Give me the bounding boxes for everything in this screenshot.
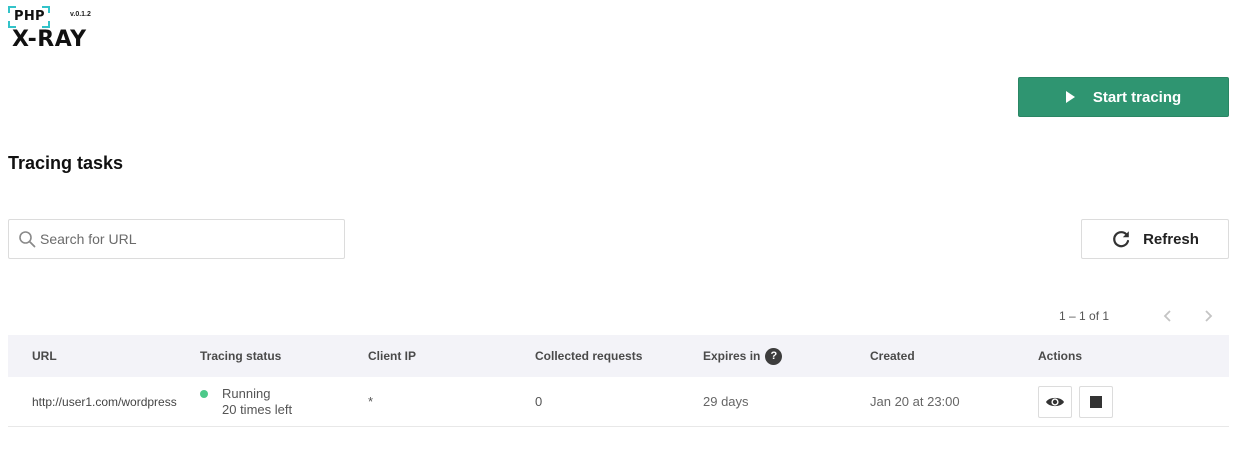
column-header-expires: Expires in ? <box>703 347 870 365</box>
chevron-left-icon <box>1163 310 1171 322</box>
row-status-label: Running <box>222 385 271 401</box>
logo-php-text: PHP <box>14 9 45 24</box>
start-tracing-label: Start tracing <box>1092 88 1182 106</box>
app-logo: PHP v.0.1.2 X-RAY <box>8 6 108 54</box>
row-created: Jan 20 at 23:00 <box>870 394 960 409</box>
refresh-button[interactable]: Refresh <box>1081 219 1229 259</box>
stop-icon <box>1089 395 1102 408</box>
tracing-tasks-table: URL Tracing status Client IP Collected r… <box>8 335 1229 427</box>
refresh-icon <box>1113 231 1130 248</box>
page-title: Tracing tasks <box>8 153 124 173</box>
start-tracing-button[interactable]: Start tracing <box>1018 77 1229 117</box>
play-icon <box>1065 91 1075 103</box>
search-box[interactable] <box>8 219 345 259</box>
search-input[interactable] <box>40 231 330 247</box>
chevron-right-icon <box>1205 310 1213 322</box>
row-status: Running 20 times left <box>200 386 368 418</box>
app-version: v.0.1.2 <box>70 11 91 18</box>
column-header-url: URL <box>32 349 57 363</box>
table-row: http://user1.com/wordpress Running 20 ti… <box>8 377 1229 427</box>
column-header-collected: Collected requests <box>535 349 643 363</box>
column-header-created: Created <box>870 349 915 363</box>
column-header-client-ip: Client IP <box>368 349 417 363</box>
column-header-actions: Actions <box>1038 349 1083 363</box>
table-header: URL Tracing status Client IP Collected r… <box>8 335 1229 377</box>
column-header-status: Tracing status <box>200 349 282 363</box>
pagination-prev-button[interactable] <box>1148 305 1188 327</box>
eye-icon <box>1046 397 1064 406</box>
view-button[interactable] <box>1038 385 1072 418</box>
row-url: http://user1.com/wordpress <box>32 394 177 409</box>
stop-button[interactable] <box>1078 385 1113 418</box>
row-collected-requests: 0 <box>535 394 543 409</box>
row-status-detail: 20 times left <box>222 401 293 417</box>
pagination-range: 1 – 1 of 1 <box>1059 309 1110 323</box>
status-dot-icon <box>200 389 208 398</box>
row-actions <box>1038 385 1206 418</box>
row-client-ip: * <box>368 394 374 409</box>
search-icon <box>19 231 36 248</box>
column-header-expires-label: Expires in <box>703 349 761 363</box>
logo-xray-text: X-RAY <box>12 27 87 52</box>
refresh-label: Refresh <box>1143 230 1199 248</box>
help-icon[interactable]: ? <box>765 347 783 365</box>
pagination-next-button[interactable] <box>1188 305 1228 327</box>
row-expires: 29 days <box>703 394 749 409</box>
pagination: 1 – 1 of 1 <box>1040 305 1230 327</box>
